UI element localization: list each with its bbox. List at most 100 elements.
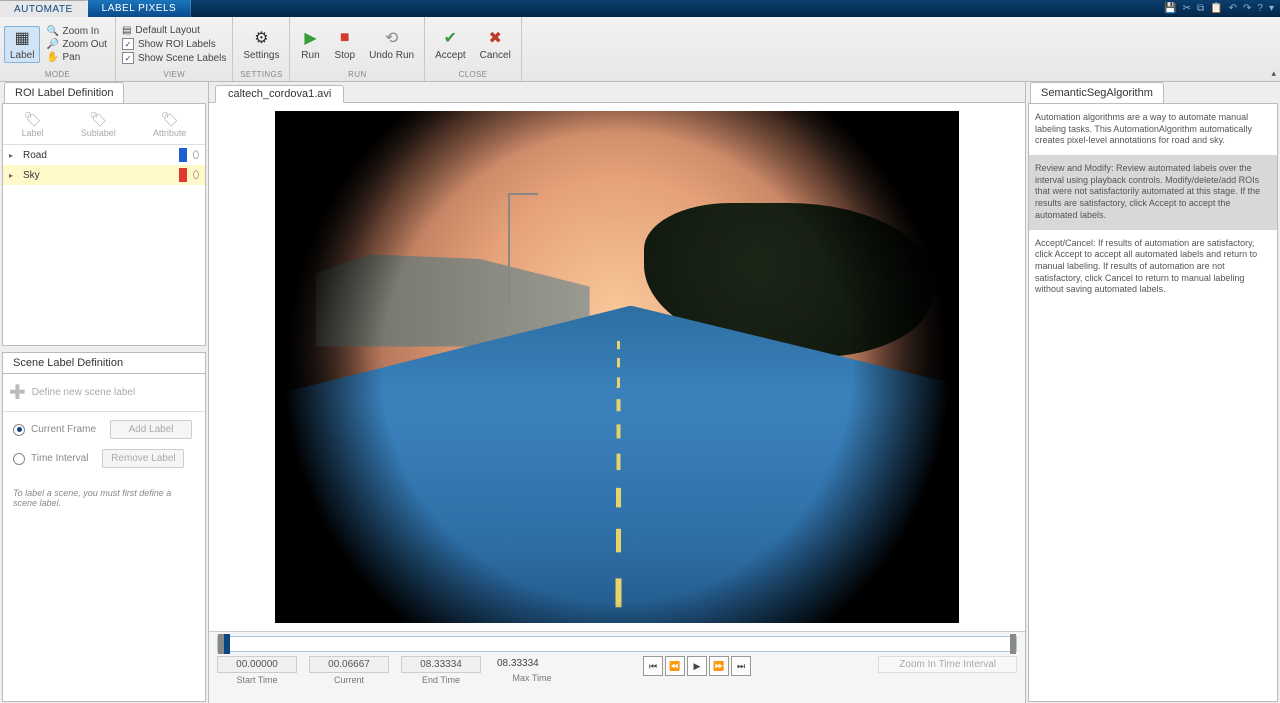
color-swatch <box>179 148 187 162</box>
roi-label-road[interactable]: ▸ Road ⬯ <box>3 145 205 165</box>
ribbon-run-footer: RUN <box>294 70 420 81</box>
playback-controls: ⏮ ⏪ ▶ ⏩ ⏭ <box>643 656 751 676</box>
radio-time-interval[interactable] <box>13 453 25 465</box>
start-time-field: 00.00000 Start Time <box>217 656 297 685</box>
undo-run-label: Undo Run <box>369 50 414 61</box>
default-layout-button[interactable]: ▤Default Layout <box>120 25 228 36</box>
step-back-button[interactable]: ⏪ <box>665 656 685 676</box>
cut-icon[interactable]: ✂ <box>1183 3 1191 14</box>
start-time-value[interactable]: 00.00000 <box>217 656 297 673</box>
roi-sublabel-button: 🏷Sublabel <box>81 111 116 138</box>
checkbox-icon: ✓ <box>122 38 134 50</box>
stop-button[interactable]: ■ Stop <box>328 26 361 63</box>
cancel-label: Cancel <box>480 50 511 61</box>
tag-icon: 🏷 <box>24 111 42 128</box>
redo-icon[interactable]: ↷ <box>1243 3 1251 14</box>
add-label-button[interactable]: Add Label <box>110 420 192 439</box>
timeline: 00.00000 Start Time 00.06667 Current 08.… <box>209 631 1025 703</box>
define-scene-button[interactable]: ✚ Define new scene label <box>3 374 205 412</box>
plus-icon: ✚ <box>9 380 26 405</box>
label-mode-button[interactable]: ▦ Label <box>4 26 40 63</box>
chevron-right-icon: ▸ <box>9 151 17 160</box>
help-icon[interactable]: ? <box>1257 3 1263 14</box>
accept-label: Accept <box>435 50 466 61</box>
close-icon: ✖ <box>485 28 505 48</box>
undo-icon[interactable]: ↶ <box>1229 3 1237 14</box>
show-roi-checkbox[interactable]: ✓Show ROI Labels <box>120 38 228 50</box>
zoom-out-label: Zoom Out <box>62 39 106 50</box>
menubar: AUTOMATE LABEL PIXELS 💾 ✂ ⧉ 📋 ↶ ↷ ? ▾ <box>0 0 1280 17</box>
playhead[interactable] <box>224 634 230 654</box>
timeline-track[interactable] <box>217 636 1017 652</box>
zoom-in-button[interactable]: 🔍Zoom In <box>42 25 110 38</box>
undo-run-button[interactable]: ⟲Undo Run <box>363 26 420 63</box>
chevron-down-icon[interactable]: ▾ <box>1269 3 1274 14</box>
max-time-field: 08.33334 Max Time <box>493 656 571 683</box>
end-time-label: End Time <box>422 675 460 685</box>
zoom-time-interval-button[interactable]: Zoom In Time Interval <box>878 656 1017 673</box>
viewer-tabbar: caltech_cordova1.avi <box>209 82 1025 103</box>
scene-options: Current Frame Add Label Time Interval Re… <box>3 412 205 476</box>
ribbon: ▦ Label 🔍Zoom In 🔎Zoom Out ✋Pan MODE ▤De… <box>0 17 1280 82</box>
define-scene-label: Define new scene label <box>32 387 135 398</box>
save-icon[interactable]: 💾 <box>1164 3 1176 14</box>
ribbon-group-close: ✔Accept ✖ Cancel CLOSE <box>425 17 522 81</box>
ribbon-group-run: ▶Run ■ Stop ⟲Undo Run RUN <box>290 17 425 81</box>
remove-label-button[interactable]: Remove Label <box>102 449 184 468</box>
end-time-value[interactable]: 08.33334 <box>401 656 481 673</box>
current-time-value[interactable]: 00.06667 <box>309 656 389 673</box>
time-interval-label: Time Interval <box>31 453 88 464</box>
zoom-out-icon: 🔎 <box>46 39 58 50</box>
viewer-file-tab[interactable]: caltech_cordova1.avi <box>215 85 344 103</box>
copy-icon[interactable]: ⧉ <box>1197 3 1204 14</box>
tab-automate[interactable]: AUTOMATE <box>0 0 88 17</box>
zoom-in-icon: 🔍 <box>46 26 58 37</box>
ribbon-close-footer: CLOSE <box>429 70 517 81</box>
current-time-field: 00.06667 Current <box>309 656 389 685</box>
right-column: SemanticSegAlgorithm Automation algorith… <box>1026 82 1280 703</box>
scene-hint: To label a scene, you must first define … <box>3 476 205 520</box>
tab-label-pixels[interactable]: LABEL PIXELS <box>88 0 192 17</box>
algorithm-panel-tab[interactable]: SemanticSegAlgorithm <box>1030 82 1164 103</box>
paste-icon[interactable]: 📋 <box>1210 3 1222 14</box>
roi-attribute-text: Attribute <box>153 128 187 138</box>
roi-label-text: Label <box>22 128 44 138</box>
run-button[interactable]: ▶Run <box>294 26 326 63</box>
interval-end-handle[interactable] <box>1010 634 1016 654</box>
goto-start-button[interactable]: ⏮ <box>643 656 663 676</box>
pan-button[interactable]: ✋Pan <box>42 51 110 64</box>
current-time-label: Current <box>334 675 364 685</box>
ribbon-expand-toggle[interactable]: ▴ <box>1271 68 1276 79</box>
vignette <box>275 111 959 623</box>
play-button[interactable]: ▶ <box>687 656 707 676</box>
algo-accept-step: Accept/Cancel: If results of automation … <box>1029 230 1277 304</box>
cancel-button[interactable]: ✖ Cancel <box>474 26 517 63</box>
chevron-right-icon: ▸ <box>9 171 17 180</box>
ribbon-group-mode: ▦ Label 🔍Zoom In 🔎Zoom Out ✋Pan MODE <box>0 17 116 81</box>
goto-end-button[interactable]: ⏭ <box>731 656 751 676</box>
radio-current-frame[interactable] <box>13 424 25 436</box>
roi-label-sky[interactable]: ▸ Sky ⬯ <box>3 165 205 185</box>
color-swatch <box>179 168 187 182</box>
algorithm-panel: Automation algorithms are a way to autom… <box>1028 103 1278 702</box>
step-forward-button[interactable]: ⏩ <box>709 656 729 676</box>
zoom-out-button[interactable]: 🔎 Zoom Out <box>42 38 110 51</box>
roi-panel-tab[interactable]: ROI Label Definition <box>4 82 124 103</box>
accept-button[interactable]: ✔Accept <box>429 26 472 63</box>
roi-sublabel-text: Sublabel <box>81 128 116 138</box>
viewer-canvas[interactable] <box>209 103 1025 631</box>
stop-icon: ■ <box>335 28 355 48</box>
show-scene-checkbox[interactable]: ✓Show Scene Labels <box>120 52 228 64</box>
roi-attribute-button: 🏷Attribute <box>153 111 187 138</box>
end-time-field: 08.33334 End Time <box>401 656 481 685</box>
scene-panel-tab[interactable]: Scene Label Definition <box>2 352 206 373</box>
settings-button[interactable]: ⚙ Settings <box>237 26 285 63</box>
max-time-label: Max Time <box>512 673 551 683</box>
pan-label: Pan <box>62 52 80 63</box>
default-layout-label: Default Layout <box>135 25 200 36</box>
max-time-value: 08.33334 <box>493 656 571 671</box>
stop-label: Stop <box>334 50 355 61</box>
window-controls: 💾 ✂ ⧉ 📋 ↶ ↷ ? ▾ <box>1164 0 1280 17</box>
roi-label-list: ▸ Road ⬯ ▸ Sky ⬯ <box>3 145 205 345</box>
show-scene-label: Show Scene Labels <box>138 53 226 64</box>
